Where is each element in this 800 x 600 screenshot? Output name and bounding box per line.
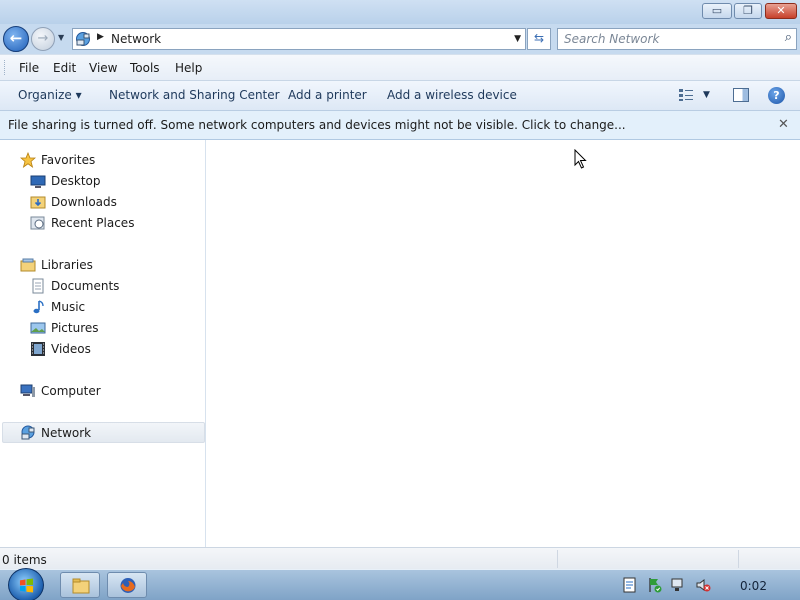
mouse-pointer-icon (574, 149, 587, 169)
menu-edit[interactable]: Edit (53, 61, 76, 75)
change-view-icon[interactable] (678, 88, 694, 102)
action-center-flag-icon[interactable] (647, 577, 663, 593)
file-list-area[interactable] (207, 140, 800, 547)
nav-music-label: Music (51, 300, 86, 314)
forward-button[interactable]: → (31, 27, 55, 51)
preview-pane-icon[interactable] (733, 88, 749, 102)
search-icon[interactable]: ⌕ (785, 30, 792, 45)
nav-documents-label: Documents (51, 279, 120, 293)
menu-tools[interactable]: Tools (130, 61, 160, 75)
network-sharing-center-button[interactable]: Network and Sharing Center (109, 88, 280, 102)
nav-desktop-label: Desktop (51, 174, 101, 188)
back-button[interactable]: ← (3, 26, 29, 52)
network-icon (21, 425, 35, 440)
file-sharing-info-bar[interactable]: File sharing is turned off. Some network… (0, 111, 800, 140)
search-input[interactable] (564, 32, 764, 46)
title-bar: ▭ ❐ ✕ (0, 0, 800, 24)
nav-recent-label: Recent Places (51, 216, 135, 230)
libraries-icon (20, 258, 36, 272)
firefox-icon (120, 578, 136, 593)
windows-logo-icon (19, 578, 34, 593)
menu-file[interactable]: File (19, 61, 39, 75)
network-icon (76, 32, 90, 46)
system-tray: 0:02 (595, 570, 800, 600)
videos-filmstrip-icon (31, 342, 45, 356)
network-tray-icon[interactable] (670, 577, 686, 593)
star-icon (20, 152, 36, 168)
documents-icon (32, 278, 44, 294)
add-wireless-device-button[interactable]: Add a wireless device (387, 88, 517, 102)
item-count: 0 items (2, 553, 47, 567)
nav-libraries-label: Libraries (41, 258, 93, 272)
volume-muted-icon[interactable] (695, 577, 711, 593)
refresh-button[interactable]: ⇆ (527, 28, 551, 50)
minimize-button[interactable]: ▭ (702, 3, 732, 19)
folder-icon (72, 578, 90, 594)
minimize-icon: ▭ (711, 4, 723, 17)
address-dropdown-icon[interactable]: ▼ (514, 34, 521, 44)
nav-computer-label: Computer (41, 384, 101, 398)
start-button[interactable] (8, 568, 44, 600)
status-bar: 0 items (0, 547, 800, 569)
breadcrumb-network[interactable]: Network (111, 32, 161, 46)
organize-button[interactable]: Organize ▾ (18, 88, 82, 102)
menu-view[interactable]: View (89, 61, 117, 75)
info-bar-message[interactable]: File sharing is turned off. Some network… (8, 118, 626, 132)
nav-downloads-label: Downloads (51, 195, 117, 209)
recent-pages-dropdown[interactable]: ▼ (58, 33, 64, 42)
nav-favorites-label: Favorites (41, 153, 96, 167)
address-bar[interactable]: ▶ Network ▼ (72, 28, 526, 50)
recent-places-icon (30, 216, 45, 230)
nav-network-label: Network (41, 426, 92, 440)
music-note-icon (33, 300, 44, 314)
status-divider (557, 550, 558, 568)
status-divider (738, 550, 739, 568)
taskbar-explorer-button[interactable] (60, 572, 100, 598)
downloads-folder-icon (30, 196, 46, 209)
desktop-icon (30, 175, 46, 188)
info-bar-close-icon[interactable]: ✕ (778, 117, 789, 132)
notes-tray-icon[interactable] (622, 577, 638, 593)
navigation-bar: ← → ▼ ▶ Network ▼ ⇆ ⌕ (0, 24, 800, 54)
maximize-button[interactable]: ❐ (734, 3, 762, 19)
close-button[interactable]: ✕ (765, 3, 797, 19)
help-icon[interactable]: ? (768, 87, 785, 104)
close-icon: ✕ (776, 4, 786, 17)
menu-grip (4, 60, 7, 75)
menu-help[interactable]: Help (175, 61, 202, 75)
taskbar-firefox-button[interactable] (107, 572, 147, 598)
breadcrumb-separator-icon[interactable]: ▶ (97, 32, 104, 42)
maximize-icon: ❐ (743, 4, 753, 17)
taskbar: 0:02 (0, 568, 800, 600)
command-bar: Organize ▾ Network and Sharing Center Ad… (0, 81, 800, 111)
nav-videos-label: Videos (51, 342, 91, 356)
menu-bar: File Edit View Tools Help (0, 54, 800, 81)
nav-pictures-label: Pictures (51, 321, 99, 335)
add-printer-button[interactable]: Add a printer (288, 88, 367, 102)
clock[interactable]: 0:02 (740, 579, 767, 593)
view-options-dropdown-icon[interactable]: ▼ (703, 90, 710, 100)
computer-icon (20, 384, 35, 397)
search-box[interactable]: ⌕ (557, 28, 797, 50)
pictures-icon (30, 322, 46, 334)
navigation-pane: Favorites Desktop Downloads Recent Place… (0, 140, 206, 547)
